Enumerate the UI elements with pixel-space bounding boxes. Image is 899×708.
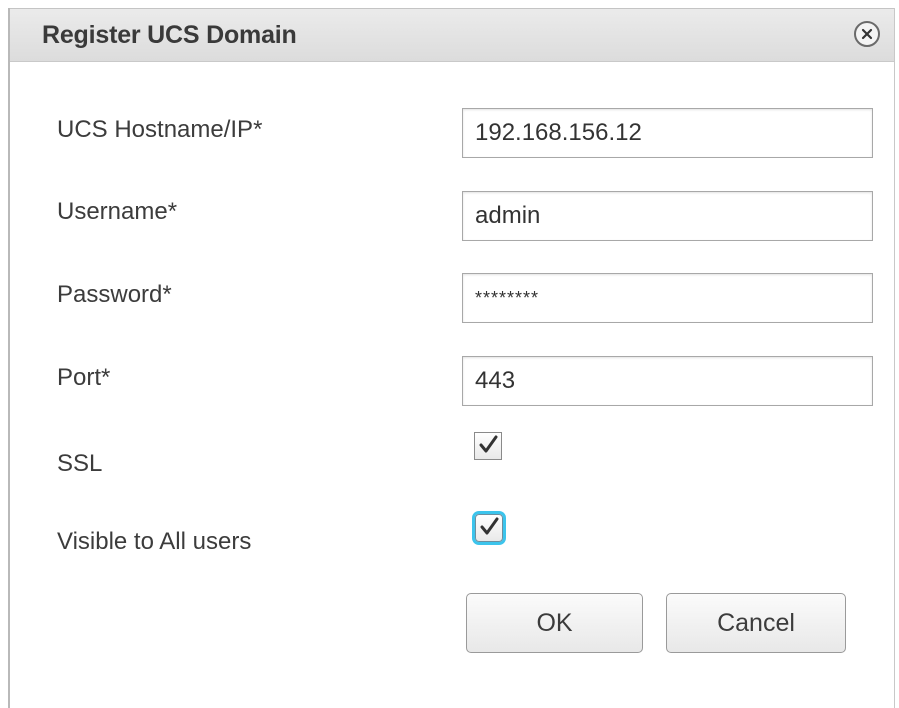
dialog-titlebar: Register UCS Domain <box>10 8 894 62</box>
checkmark-icon <box>479 435 498 453</box>
ok-button[interactable]: OK <box>466 593 643 653</box>
close-icon[interactable] <box>854 21 880 47</box>
ssl-checkbox[interactable] <box>474 432 502 460</box>
hostname-input[interactable] <box>462 108 873 158</box>
password-label: Password* <box>57 281 172 308</box>
username-label: Username* <box>57 198 178 225</box>
visible-all-users-label: Visible to All users <box>57 528 252 555</box>
close-x-glyph <box>861 28 873 40</box>
visible-all-users-checkbox[interactable] <box>475 514 503 542</box>
password-input[interactable] <box>462 273 873 323</box>
hostname-label: UCS Hostname/IP* <box>57 116 263 143</box>
port-label: Port* <box>57 364 111 391</box>
dialog-title: Register UCS Domain <box>42 21 297 49</box>
username-input[interactable] <box>462 191 873 241</box>
checkmark-icon <box>480 517 499 535</box>
register-ucs-domain-dialog: Register UCS Domain UCS Hostname/IP* Use… <box>8 8 895 708</box>
cancel-button[interactable]: Cancel <box>666 593 846 653</box>
port-input[interactable] <box>462 356 873 406</box>
ssl-label: SSL <box>57 450 103 477</box>
